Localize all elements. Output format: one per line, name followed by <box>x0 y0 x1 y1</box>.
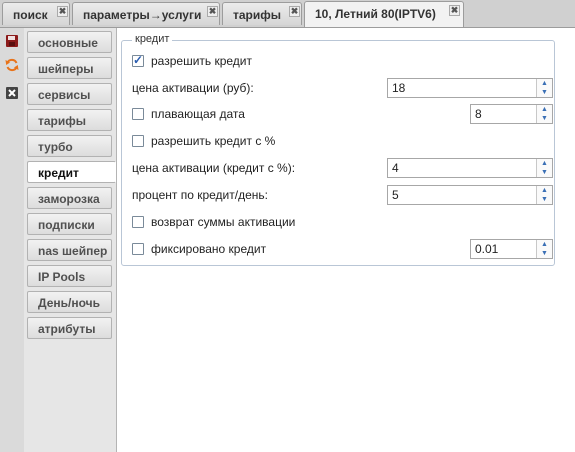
floating-date-label: плавающая дата <box>151 107 245 121</box>
content-panel: кредит ✓ разрешить кредит цена активации… <box>117 28 575 452</box>
spinner-buttons: ▲ ▼ <box>536 186 552 204</box>
tab-params-services[interactable]: параметры→услуги ✖ <box>72 2 220 25</box>
activation-price-percent-label: цена активации (кредит с %): <box>132 161 296 175</box>
spinner-buttons: ▲ ▼ <box>536 159 552 177</box>
fixed-credit-checkbox[interactable] <box>132 243 144 255</box>
percent-per-day-spinner[interactable]: ▲ ▼ <box>387 185 553 205</box>
check-icon: ✓ <box>133 53 144 67</box>
close-icon[interactable]: ✖ <box>207 6 218 17</box>
sidebar-item-services[interactable]: сервисы <box>27 83 112 105</box>
sidebar-item-nas-shaper[interactable]: nas шейпер <box>27 239 112 261</box>
chevron-up-icon[interactable]: ▲ <box>537 186 552 195</box>
sidebar-item-tariffs[interactable]: тарифы <box>27 109 112 131</box>
fixed-credit-label: фиксировано кредит <box>151 242 267 256</box>
tab-label: 10, Летний 80(IPTV6) <box>315 7 436 21</box>
sidebar-item-day-night[interactable]: День/ночь <box>27 291 112 313</box>
tab-label: тарифы <box>233 8 282 22</box>
return-activation-label: возврат суммы активации <box>151 215 296 229</box>
sidebar-item-ip-pools[interactable]: IP Pools <box>27 265 112 287</box>
save-icon[interactable] <box>5 34 19 48</box>
sidebar-item-subscriptions[interactable]: подписки <box>27 213 112 235</box>
tab-tariff-10[interactable]: 10, Летний 80(IPTV6) ✖ <box>304 1 464 27</box>
spinner-buttons: ▲ ▼ <box>536 79 552 97</box>
activation-price-label: цена активации (руб): <box>132 81 254 95</box>
fixed-credit-spinner[interactable]: ▲ ▼ <box>470 239 553 259</box>
activation-price-input[interactable] <box>388 79 532 97</box>
chevron-up-icon[interactable]: ▲ <box>537 105 552 114</box>
chevron-down-icon[interactable]: ▼ <box>537 88 552 97</box>
close-icon[interactable] <box>5 86 19 100</box>
sidebar-item-turbo[interactable]: турбо <box>27 135 112 157</box>
sidebar-item-shapers[interactable]: шейперы <box>27 57 112 79</box>
tab-label: параметры→услуги <box>83 8 202 22</box>
credit-fieldset: кредит ✓ разрешить кредит цена активации… <box>121 33 555 266</box>
chevron-up-icon[interactable]: ▲ <box>537 240 552 249</box>
sidebar-item-credit[interactable]: кредит <box>27 161 116 183</box>
tab-label: поиск <box>13 8 48 22</box>
floating-date-input[interactable] <box>471 105 535 123</box>
allow-credit-label: разрешить кредит <box>151 54 253 68</box>
sidebar-item-attributes[interactable]: атрибуты <box>27 317 112 339</box>
allow-percent-credit-checkbox[interactable] <box>132 135 144 147</box>
chevron-down-icon[interactable]: ▼ <box>537 114 552 123</box>
chevron-down-icon[interactable]: ▼ <box>537 168 552 177</box>
chevron-up-icon[interactable]: ▲ <box>537 79 552 88</box>
spinner-buttons: ▲ ▼ <box>536 240 552 258</box>
tab-search[interactable]: поиск ✖ <box>2 2 70 25</box>
allow-credit-checkbox[interactable]: ✓ <box>132 53 144 67</box>
close-icon[interactable]: ✖ <box>449 5 460 16</box>
chevron-down-icon[interactable]: ▼ <box>537 195 552 204</box>
spinner-buttons: ▲ ▼ <box>536 105 552 123</box>
activation-price-percent-input[interactable] <box>388 159 532 177</box>
chevron-up-icon[interactable]: ▲ <box>537 159 552 168</box>
refresh-icon[interactable] <box>5 58 19 72</box>
close-icon[interactable]: ✖ <box>57 6 68 17</box>
activation-price-spinner[interactable]: ▲ ▼ <box>387 78 553 98</box>
sidebar-item-main[interactable]: основные <box>27 31 112 53</box>
fixed-credit-input[interactable] <box>471 240 535 258</box>
chevron-down-icon[interactable]: ▼ <box>537 249 552 258</box>
tab-bar: поиск ✖ параметры→услуги ✖ тарифы ✖ 10, … <box>0 0 575 28</box>
close-icon[interactable]: ✖ <box>289 6 300 17</box>
sidebar-item-freeze[interactable]: заморозка <box>27 187 112 209</box>
sidebar: основные шейперы сервисы тарифы турбо кр… <box>24 28 117 452</box>
allow-percent-credit-label: разрешить кредит с % <box>151 134 276 148</box>
fieldset-legend: кредит <box>132 33 173 45</box>
return-activation-checkbox[interactable] <box>132 216 144 228</box>
floating-date-checkbox[interactable] <box>132 108 144 120</box>
tab-tariffs[interactable]: тарифы ✖ <box>222 2 302 25</box>
toolbar <box>0 28 24 452</box>
floating-date-spinner[interactable]: ▲ ▼ <box>470 104 553 124</box>
percent-per-day-label: процент по кредит/день: <box>132 188 268 202</box>
activation-price-percent-spinner[interactable]: ▲ ▼ <box>387 158 553 178</box>
percent-per-day-input[interactable] <box>388 186 532 204</box>
